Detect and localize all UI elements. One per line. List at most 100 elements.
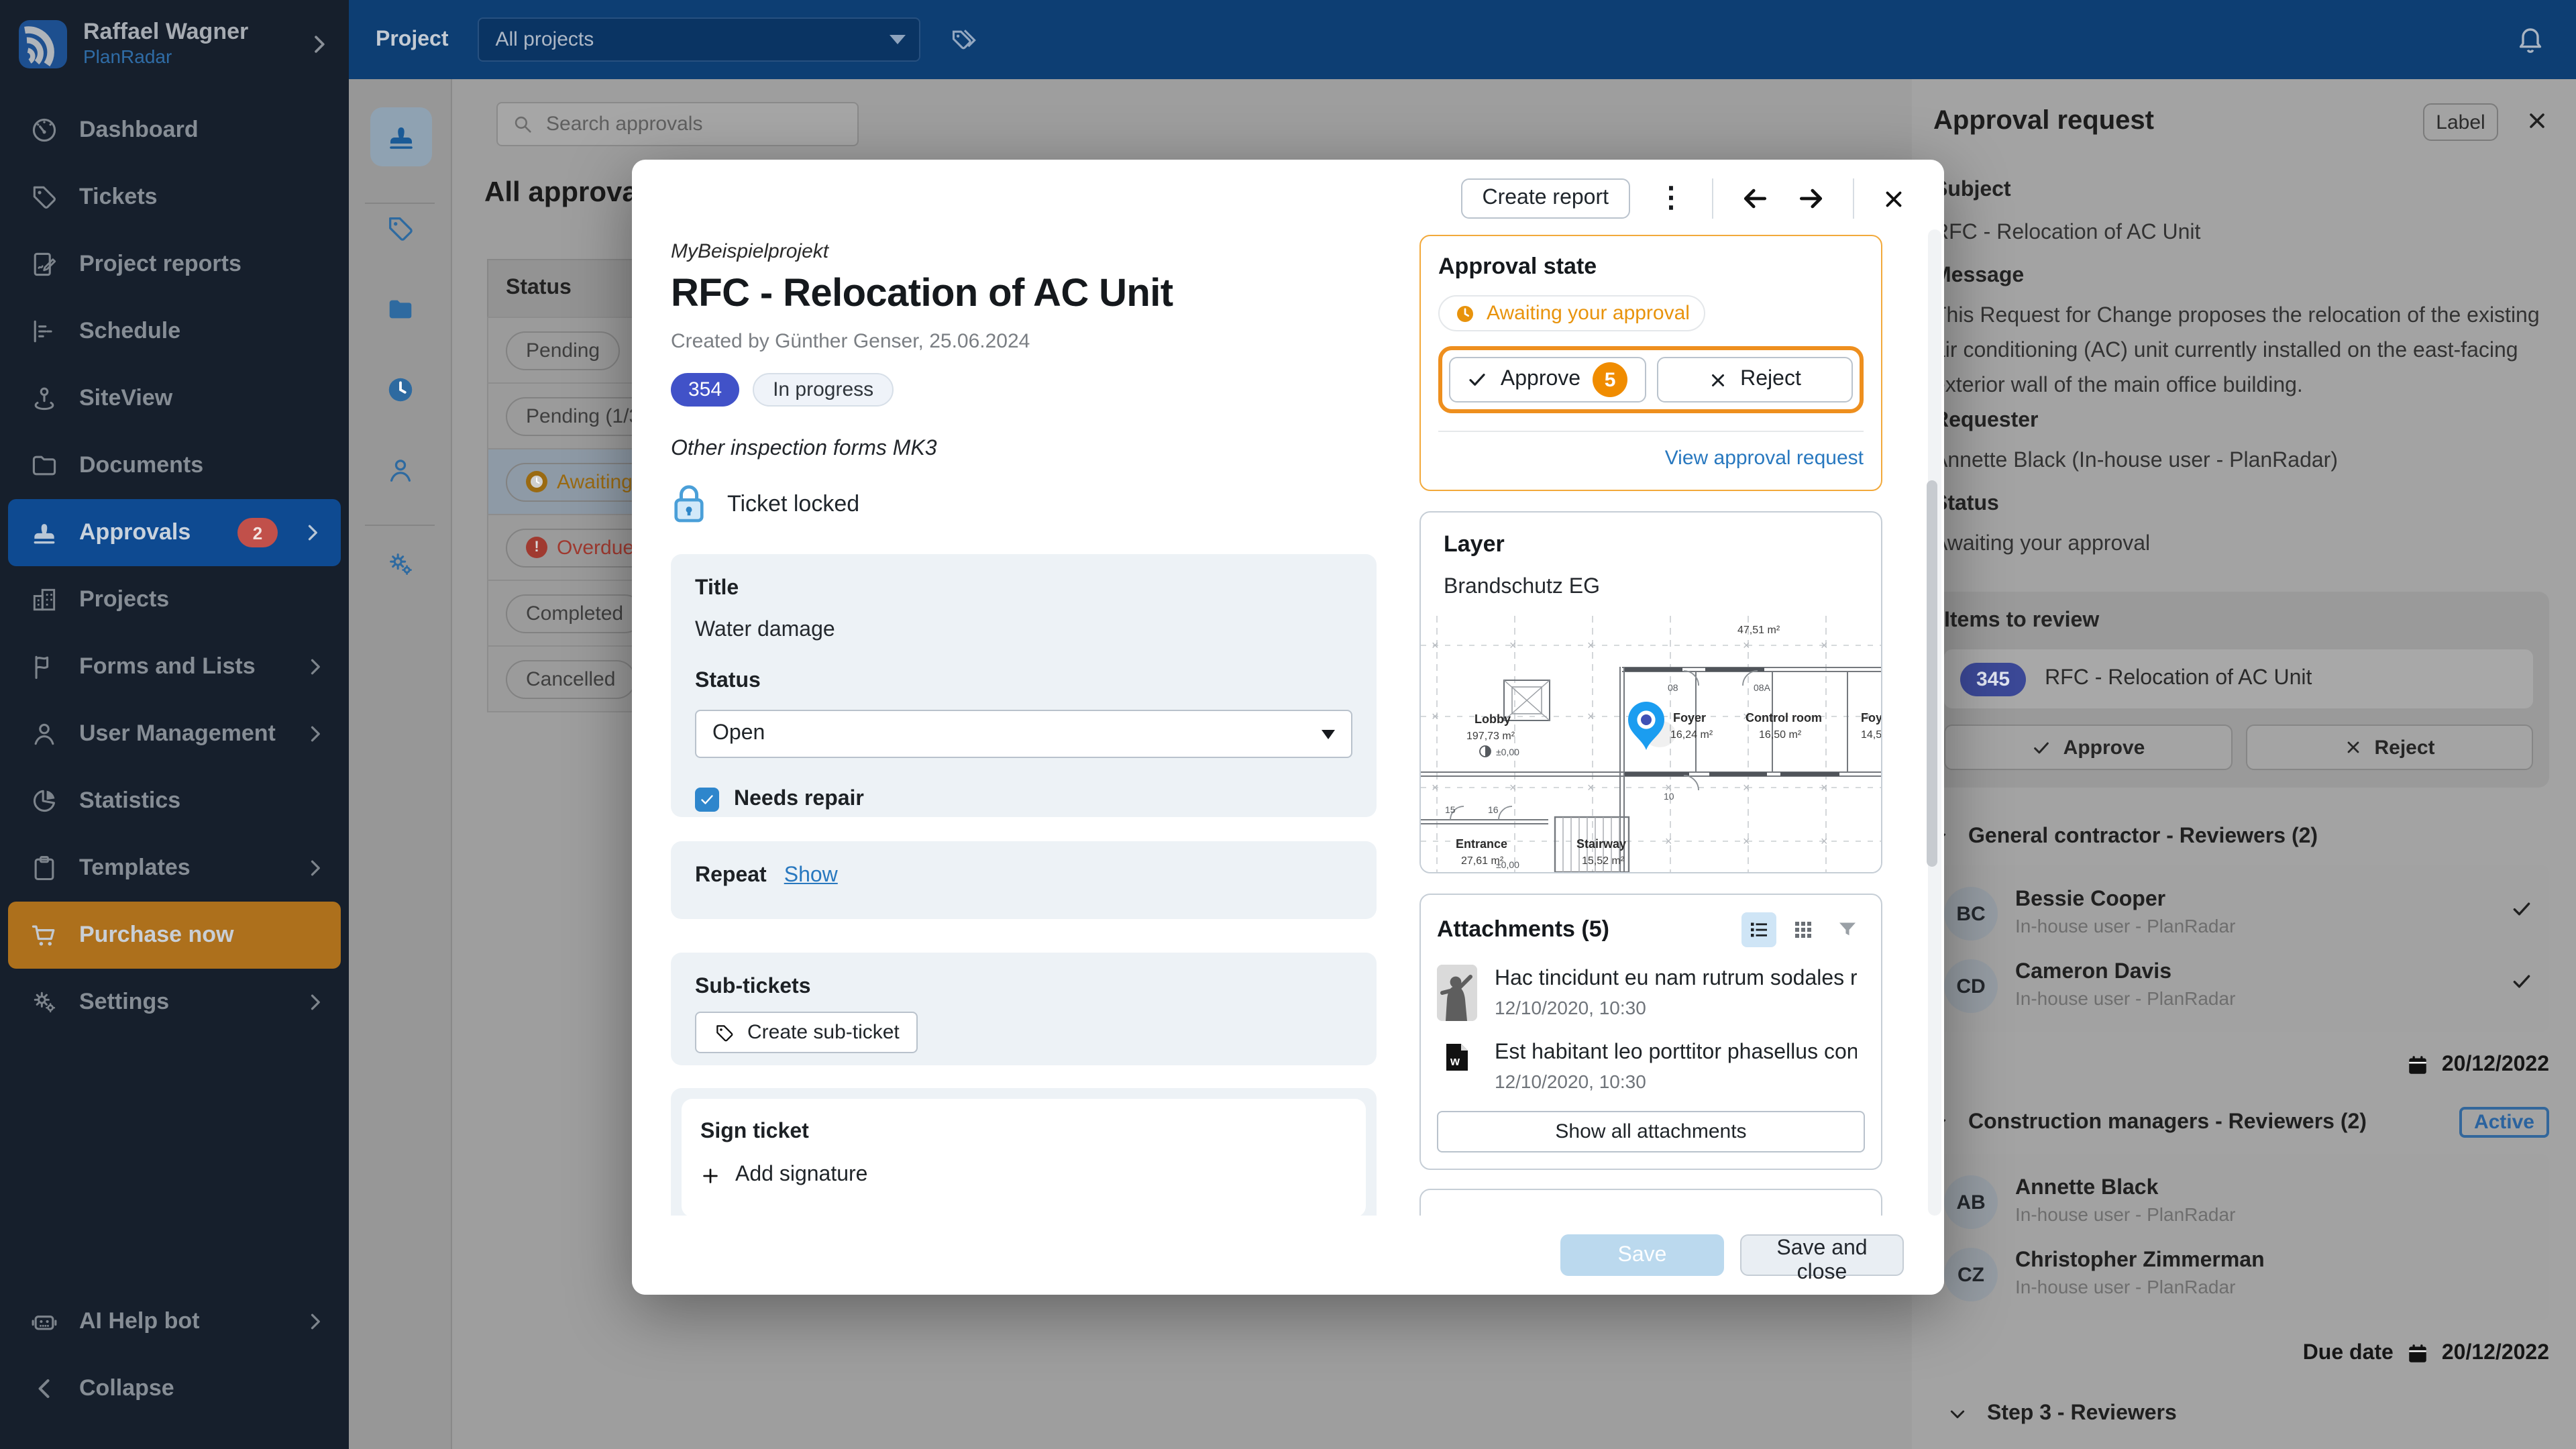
approve-button[interactable]: Approve 5 (1449, 357, 1646, 402)
add-signature-button[interactable]: Add signature (700, 1163, 1347, 1187)
attachment-row[interactable]: Hac tincidunt eu nam rutrum sodales ridi… (1437, 965, 1865, 1021)
avatar: AB (1944, 1175, 1998, 1229)
svg-text:×: × (1509, 639, 1517, 652)
sidebar-item[interactable]: Schedule (0, 298, 349, 365)
grid-view-icon[interactable] (1786, 912, 1821, 947)
tag-icon[interactable] (349, 213, 451, 244)
status-select[interactable]: Open (695, 710, 1352, 758)
svg-text:16,24 m²: 16,24 m² (1670, 729, 1713, 741)
sidebar-item[interactable]: User Management (0, 700, 349, 767)
layer-heading: Layer (1444, 531, 1858, 558)
show-all-attachments-button[interactable]: Show all attachments (1437, 1111, 1865, 1152)
chevron-right-icon[interactable] (306, 30, 333, 57)
reviewer-subtitle: In-house user - PlanRadar (2015, 1275, 2265, 1300)
svg-text:×: × (1665, 835, 1672, 848)
gear-icon[interactable] (349, 549, 451, 580)
kebab-menu-icon[interactable]: ⋮ (1657, 185, 1685, 212)
sidebar-item[interactable]: Tickets (0, 164, 349, 231)
close-icon[interactable] (2525, 109, 2549, 133)
ticket-locked-label: Ticket locked (727, 490, 859, 517)
check-icon (1467, 369, 1489, 390)
bell-icon[interactable] (2514, 23, 2546, 55)
svg-text:×: × (1587, 710, 1595, 723)
sidebar-item[interactable]: Approvals 2 (8, 499, 341, 566)
label-button[interactable]: Label (2423, 103, 2498, 141)
sidebar-item[interactable]: Documents (0, 432, 349, 499)
next-ticket-icon[interactable] (1796, 184, 1826, 213)
avatar: BC (1944, 887, 1998, 941)
attachment-thumbnail (1437, 965, 1477, 1021)
approval-state-card: Approval state Awaiting your approval Ap… (1419, 235, 1882, 491)
panel-approve-button[interactable]: Approve (1944, 724, 2232, 770)
plus-icon (700, 1165, 720, 1185)
sidebar-item[interactable]: Forms and Lists (0, 633, 349, 700)
rail-approvals-active[interactable] (370, 107, 432, 166)
modal-scrollbar-thumb[interactable] (1927, 480, 1937, 867)
sidebar-item[interactable]: SiteView (0, 365, 349, 432)
reviewer-group-title: General contractor - Reviewers (2) (1968, 825, 2318, 849)
save-button[interactable]: Save (1560, 1234, 1724, 1276)
repeat-label: Repeat (695, 864, 767, 888)
sidebar-item[interactable]: Statistics (0, 767, 349, 835)
form-name: Other inspection forms MK3 (671, 437, 1377, 462)
create-subticket-button[interactable]: Create sub-ticket (695, 1012, 918, 1053)
reviewer-group-header[interactable]: Construction managers - Reviewers (2) Ac… (1928, 1107, 2549, 1138)
filter-icon[interactable] (1830, 912, 1865, 947)
person-icon[interactable] (349, 455, 451, 486)
reviewer-row[interactable]: CD Cameron Davis In-house user - PlanRad… (1944, 959, 2533, 1013)
reviewer-name: Bessie Cooper (2015, 887, 2235, 914)
reviewer-row[interactable]: BC Bessie Cooper In-house user - PlanRad… (1944, 887, 2533, 941)
status-badge-label: Overdue (557, 536, 634, 559)
reviewer-group-header[interactable]: General contractor - Reviewers (2) (1928, 825, 2549, 849)
notification-badge: 2 (237, 518, 278, 547)
panel-reject-button[interactable]: Reject (2245, 724, 2533, 770)
clock-icon[interactable] (349, 374, 451, 405)
reviewer-name: Annette Black (2015, 1175, 2235, 1202)
repeat-show-link[interactable]: Show (784, 864, 838, 888)
svg-text:Foyer: Foyer (1861, 711, 1882, 724)
attachment-row[interactable]: Est habitant leo porttitor phasellus con… (1437, 1038, 1865, 1092)
attachment-date: 12/10/2020, 10:30 (1495, 1071, 1857, 1092)
tags-icon[interactable] (951, 25, 980, 54)
sidebar-item[interactable]: Purchase now (8, 902, 341, 969)
modal-scrollbar[interactable] (1928, 229, 1941, 1216)
sidebar-footer-item[interactable]: Collapse (0, 1355, 349, 1422)
sidebar-account[interactable]: Raffael Wagner PlanRadar (0, 0, 349, 68)
project-selector[interactable]: All projects (478, 17, 921, 62)
list-view-icon[interactable] (1741, 912, 1776, 947)
x-icon (1708, 370, 1728, 390)
reviewer-row[interactable]: CZ Christopher Zimmerman In-house user -… (1944, 1248, 2533, 1301)
folder-icon[interactable] (349, 294, 451, 325)
review-item-row[interactable]: 345 RFC - Relocation of AC Unit (1944, 649, 2533, 708)
sidebar-footer-item[interactable]: AI Help bot (0, 1288, 349, 1355)
step3-group-header[interactable]: Step 3 - Reviewers (1947, 1402, 2549, 1426)
save-and-close-button[interactable]: Save and close (1740, 1234, 1904, 1276)
view-approval-request-link[interactable]: View approval request (1665, 447, 1864, 470)
modal-footer: Save Save and close (632, 1216, 1944, 1295)
modal-close-icon[interactable] (1881, 186, 1907, 211)
floorplan-image[interactable]: ××××× ×××× ×××××× ××× (1421, 616, 1882, 872)
avatar: CD (1944, 959, 1998, 1013)
reviewer-group-members: AB Annette Black In-house user - PlanRad… (1928, 1154, 2549, 1320)
sidebar-item[interactable]: Dashboard (0, 97, 349, 164)
sidebar-item[interactable]: Settings (0, 969, 349, 1036)
create-report-button[interactable]: Create report (1460, 178, 1630, 219)
approved-check-icon (2510, 959, 2533, 993)
sidebar-item-label: Approvals (79, 519, 217, 546)
sidebar-item-label: User Management (79, 720, 280, 747)
reviewer-row[interactable]: AB Annette Black In-house user - PlanRad… (1944, 1175, 2533, 1229)
reject-button[interactable]: Reject (1656, 357, 1853, 402)
sidebar-item[interactable]: Project reports (0, 231, 349, 298)
attachment-name: Est habitant leo porttitor phasellus con… (1495, 1038, 1857, 1067)
sidebar-item-icon (30, 182, 59, 212)
needs-repair-checkbox[interactable] (695, 788, 719, 812)
sidebar-item-icon (30, 451, 59, 480)
sidebar-item-icon (30, 585, 59, 614)
topbar: Project All projects (349, 0, 2576, 79)
search-input[interactable]: Search approvals (496, 102, 859, 146)
sidebar-footer-icon (30, 1307, 59, 1336)
prev-ticket-icon[interactable] (1740, 184, 1770, 213)
reviewer-subtitle: In-house user - PlanRadar (2015, 1202, 2235, 1228)
sidebar-item[interactable]: Templates (0, 835, 349, 902)
sidebar-item[interactable]: Projects (0, 566, 349, 633)
